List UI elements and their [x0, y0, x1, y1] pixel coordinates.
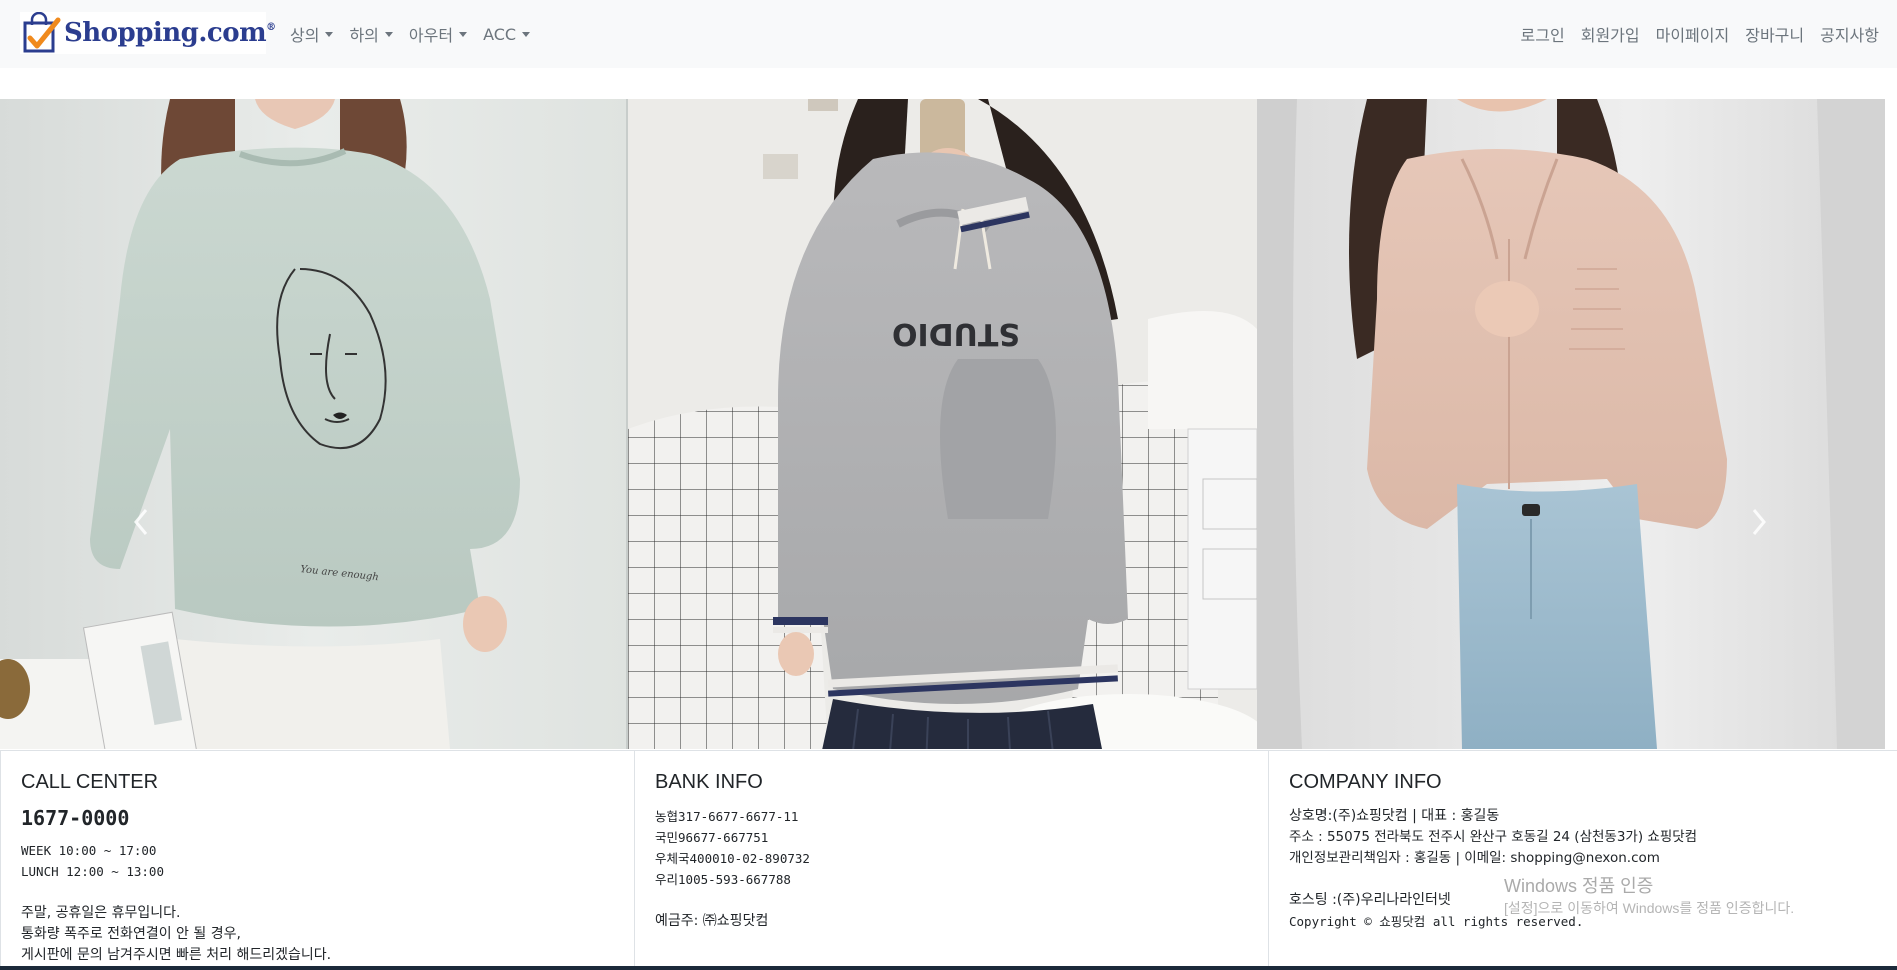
- notice-link[interactable]: 공지사항: [1820, 22, 1879, 46]
- carousel-slide-pink-blouse: [1257, 99, 1885, 749]
- bank-info-title: BANK INFO: [655, 771, 763, 793]
- taskbar-edge: [0, 966, 1897, 970]
- footer-bank-info: BANK INFO 농협317-6677-6677-11 국민96677-667…: [634, 750, 1268, 970]
- hours-week: WEEK 10:00 ~ 17:00: [21, 843, 157, 858]
- nav-dropdown-acc[interactable]: ACC: [483, 24, 531, 44]
- bank-account-row: 국민96677-667751: [655, 827, 1248, 848]
- navbar: Shopping.com® 상의 하의 아우터 ACC 로그인 회원가입 마이페…: [0, 0, 1897, 68]
- company-privacy-officer: 개인정보관리책임자 : 홍길동 | 이메일: shopping@nexon.co…: [1289, 850, 1660, 866]
- bank-account-row: 우체국400010-02-890732: [655, 848, 1248, 869]
- windows-activation-subtitle: [설정]으로 이동하여 Windows를 정품 인증합니다.: [1504, 900, 1795, 916]
- caret-down-icon: [325, 31, 334, 37]
- company-info-title: COMPANY INFO: [1289, 771, 1442, 793]
- carousel-slide-grey-hoodie: STUDIO: [628, 99, 1257, 749]
- account-depositor: 예금주: ㈜쇼핑닷컴: [655, 913, 769, 929]
- account-links: 로그인 회원가입 마이페이지 장바구니 공지사항: [1505, 0, 1879, 68]
- caret-down-icon: [384, 31, 393, 37]
- brand-logo[interactable]: Shopping.com®: [20, 11, 276, 54]
- bank-name: 농협: [655, 809, 679, 824]
- bank-name: 우리: [655, 872, 679, 887]
- nav-dropdown-bottoms[interactable]: 하의: [349, 22, 393, 46]
- carousel-prev-control[interactable]: [130, 504, 152, 540]
- account-number: 1005-593-667788: [678, 872, 791, 887]
- footer-company-info: COMPANY INFO 상호명:(주)쇼핑닷컴 | 대표 : 홍길동 주소 :…: [1268, 750, 1897, 970]
- bank-account-row: 우리1005-593-667788: [655, 869, 1248, 890]
- carousel-next-control[interactable]: [1748, 504, 1770, 540]
- company-address: 주소 : 55075 전라북도 전주시 완산구 호동길 24 (삼천동3가) 쇼…: [1289, 829, 1698, 845]
- call-center-phone: 1677-0000: [21, 806, 130, 830]
- mypage-link[interactable]: 마이페이지: [1656, 22, 1730, 46]
- site-footer: CALL CENTER 1677-0000 WEEK 10:00 ~ 17:00…: [0, 750, 1897, 970]
- hoodie-print-text: STUDIO: [892, 316, 1020, 351]
- brand-name: Shopping.com®: [64, 18, 276, 48]
- company-line: 상호명:(주)쇼핑닷컴 | 대표 : 홍길동: [1289, 808, 1500, 824]
- caret-down-icon: [459, 31, 468, 37]
- account-number: 317-6677-6677-11: [678, 809, 799, 824]
- bank-account-row: 농협317-6677-6677-11: [655, 806, 1248, 827]
- account-number: 96677-667751: [678, 830, 769, 845]
- call-center-note: 주말, 공휴일은 휴무입니다.: [21, 905, 181, 921]
- shopping-bag-icon: [22, 11, 62, 54]
- signup-link[interactable]: 회원가입: [1581, 22, 1640, 46]
- windows-activation-title: Windows 정품 인증: [1504, 876, 1654, 896]
- login-link[interactable]: 로그인: [1521, 22, 1565, 46]
- chevron-right-icon: [1752, 509, 1766, 535]
- cart-link[interactable]: 장바구니: [1745, 22, 1804, 46]
- category-menu: 상의 하의 아우터 ACC: [290, 0, 546, 68]
- nav-dropdown-tops[interactable]: 상의: [290, 22, 334, 46]
- call-center-note: 통화량 폭주로 전화연결이 안 될 경우,: [21, 926, 241, 942]
- photo-mint-sweatshirt-model: You are enough: [0, 99, 628, 749]
- nav-dropdown-label: 상의: [290, 26, 320, 45]
- photo-pink-blouse-model: [1257, 99, 1885, 749]
- call-center-note: 게시판에 문의 남겨주시면 빠른 처리 해드리겠습니다.: [21, 947, 332, 963]
- nav-dropdown-label: ACC: [483, 24, 517, 44]
- bank-name: 국민: [655, 830, 679, 845]
- photo-grey-hoodie-model: STUDIO: [628, 99, 1257, 749]
- hours-lunch: LUNCH 12:00 ~ 13:00: [21, 864, 164, 879]
- nav-dropdown-label: 하의: [349, 26, 379, 45]
- footer-call-center: CALL CENTER 1677-0000 WEEK 10:00 ~ 17:00…: [0, 750, 634, 970]
- account-number: 400010-02-890732: [689, 851, 810, 866]
- hero-carousel: You are enough STUDIO: [0, 99, 1885, 749]
- bank-name: 우체국: [655, 851, 690, 866]
- nav-dropdown-outer[interactable]: 아우터: [408, 22, 468, 46]
- carousel-slide-mint-sweatshirt: You are enough: [0, 99, 628, 749]
- chevron-left-icon: [134, 509, 148, 535]
- caret-down-icon: [522, 31, 531, 37]
- call-center-title: CALL CENTER: [21, 771, 159, 793]
- nav-dropdown-label: 아우터: [408, 26, 454, 45]
